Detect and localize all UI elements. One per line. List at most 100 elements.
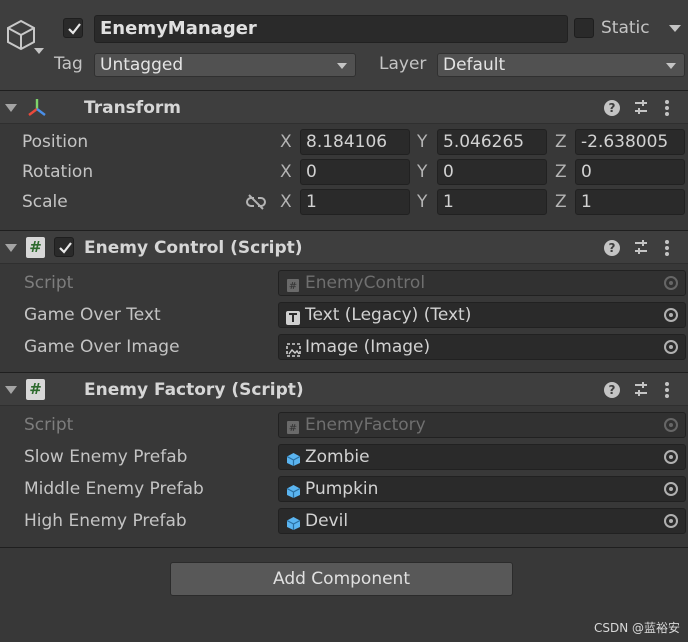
scale-z-value: 1 [581, 192, 592, 212]
layer-value: Default [443, 55, 506, 75]
help-icon[interactable]: ? [604, 240, 620, 256]
image-component-icon [286, 340, 301, 364]
slow-enemy-prefab-label: Slow Enemy Prefab [24, 447, 188, 467]
svg-text:#: # [289, 423, 297, 434]
high-enemy-prefab-value: Devil [305, 511, 349, 531]
scale-y-axis[interactable]: Y [417, 192, 427, 212]
scale-link-icon[interactable] [246, 194, 266, 215]
game-over-image-field[interactable]: Image (Image) [278, 334, 686, 360]
active-checkbox[interactable] [63, 18, 83, 38]
help-icon[interactable]: ? [604, 382, 620, 398]
presets-icon[interactable] [633, 239, 649, 260]
script-file-icon: # [286, 418, 300, 442]
tag-value: Untagged [100, 55, 184, 75]
scale-y-field[interactable]: 1 [437, 189, 547, 215]
position-z-field[interactable]: -2.638005 [575, 129, 685, 155]
prefab-cube-icon [286, 482, 301, 506]
rotation-z-axis[interactable]: Z [555, 162, 567, 182]
svg-text:#: # [289, 281, 297, 292]
add-component-button[interactable]: Add Component [170, 562, 513, 596]
checkmark-icon [59, 242, 72, 254]
transform-title: Transform [84, 98, 181, 118]
transform-icon [26, 97, 48, 124]
slow-enemy-prefab-field[interactable]: Zombie [278, 444, 686, 470]
game-over-text-label: Game Over Text [24, 305, 161, 325]
icon-dropdown-arrow-icon[interactable] [34, 48, 44, 54]
scale-x-axis[interactable]: X [280, 192, 292, 212]
checkmark-icon [68, 23, 81, 35]
rotation-y-axis[interactable]: Y [417, 162, 427, 182]
scale-z-axis[interactable]: Z [555, 192, 567, 212]
add-component-label: Add Component [272, 569, 410, 589]
object-picker-icon[interactable] [664, 450, 678, 464]
object-picker-icon[interactable] [664, 514, 678, 528]
scale-x-field[interactable]: 1 [300, 189, 410, 215]
context-menu-icon[interactable] [664, 239, 670, 262]
help-icon[interactable]: ? [604, 100, 620, 116]
script-hash-icon: # [26, 237, 45, 258]
fold-arrow-icon[interactable] [5, 244, 17, 252]
enemy-factory-title: Enemy Factory (Script) [84, 380, 304, 400]
high-enemy-prefab-field[interactable]: Devil [278, 508, 686, 534]
rotation-x-axis[interactable]: X [280, 162, 292, 182]
rotation-x-field[interactable]: 0 [300, 159, 410, 185]
enemy-factory-header[interactable]: # Enemy Factory (Script) ? [0, 372, 688, 406]
context-menu-icon[interactable] [664, 381, 670, 404]
presets-icon[interactable] [633, 99, 649, 120]
position-x-value: 8.184106 [306, 132, 388, 152]
static-dropdown-arrow-icon[interactable] [669, 25, 681, 32]
scale-z-field[interactable]: 1 [575, 189, 685, 215]
slow-enemy-prefab-value: Zombie [305, 447, 370, 467]
enemy-control-script-label: Script [24, 273, 74, 293]
scale-y-value: 1 [443, 192, 454, 212]
transform-header[interactable]: Transform ? [0, 90, 688, 124]
game-over-text-field[interactable]: Text (Legacy) (Text) [278, 302, 686, 328]
scale-x-value: 1 [306, 192, 317, 212]
object-picker-icon[interactable] [664, 482, 678, 496]
chevron-down-icon [666, 63, 676, 69]
object-picker-icon[interactable] [664, 308, 678, 322]
enemy-control-enabled-checkbox[interactable] [54, 237, 74, 257]
gameobject-cube-icon[interactable] [4, 18, 38, 57]
enemy-control-script-value: EnemyControl [305, 273, 426, 293]
components-divider [0, 547, 688, 548]
fold-arrow-icon[interactable] [5, 386, 17, 394]
transform-body: Position X 8.184106 Y 5.046265 Z -2.6380… [0, 124, 688, 230]
enemy-control-script-field: # EnemyControl [278, 270, 686, 296]
scale-label: Scale [22, 192, 68, 212]
middle-enemy-prefab-value: Pumpkin [305, 479, 379, 499]
object-picker-icon[interactable] [664, 340, 678, 354]
position-y-axis[interactable]: Y [417, 132, 427, 152]
text-component-icon [286, 308, 300, 332]
position-z-axis[interactable]: Z [555, 132, 567, 152]
watermark: CSDN @蓝裕安 [593, 621, 680, 635]
rotation-z-field[interactable]: 0 [575, 159, 685, 185]
rotation-x-value: 0 [306, 162, 317, 182]
position-x-axis[interactable]: X [280, 132, 292, 152]
rotation-label: Rotation [22, 162, 94, 182]
object-picker-icon [664, 276, 678, 290]
tag-label: Tag [54, 54, 83, 74]
presets-icon[interactable] [633, 381, 649, 402]
rotation-y-field[interactable]: 0 [437, 159, 547, 185]
tag-dropdown[interactable]: Untagged [94, 53, 356, 77]
fold-arrow-icon[interactable] [5, 104, 17, 112]
static-checkbox[interactable] [574, 18, 594, 38]
position-y-field[interactable]: 5.046265 [437, 129, 547, 155]
prefab-cube-icon [286, 450, 301, 474]
position-x-field[interactable]: 8.184106 [300, 129, 410, 155]
enemy-control-title: Enemy Control (Script) [84, 238, 303, 258]
gameobject-header: EnemyManager Static Tag Untagged Layer D… [0, 0, 688, 90]
enemy-factory-body: Script # EnemyFactory Slow Enemy Prefab … [0, 406, 688, 546]
enemy-factory-script-value: EnemyFactory [305, 415, 426, 435]
script-file-icon: # [286, 276, 300, 300]
context-menu-icon[interactable] [664, 99, 670, 122]
static-label: Static [601, 18, 650, 38]
object-name-field[interactable]: EnemyManager [94, 15, 568, 43]
layer-dropdown[interactable]: Default [437, 53, 685, 77]
chevron-down-icon [337, 63, 347, 69]
high-enemy-prefab-label: High Enemy Prefab [24, 511, 187, 531]
enemy-control-header[interactable]: # Enemy Control (Script) ? [0, 230, 688, 264]
middle-enemy-prefab-field[interactable]: Pumpkin [278, 476, 686, 502]
layer-label: Layer [379, 54, 427, 74]
